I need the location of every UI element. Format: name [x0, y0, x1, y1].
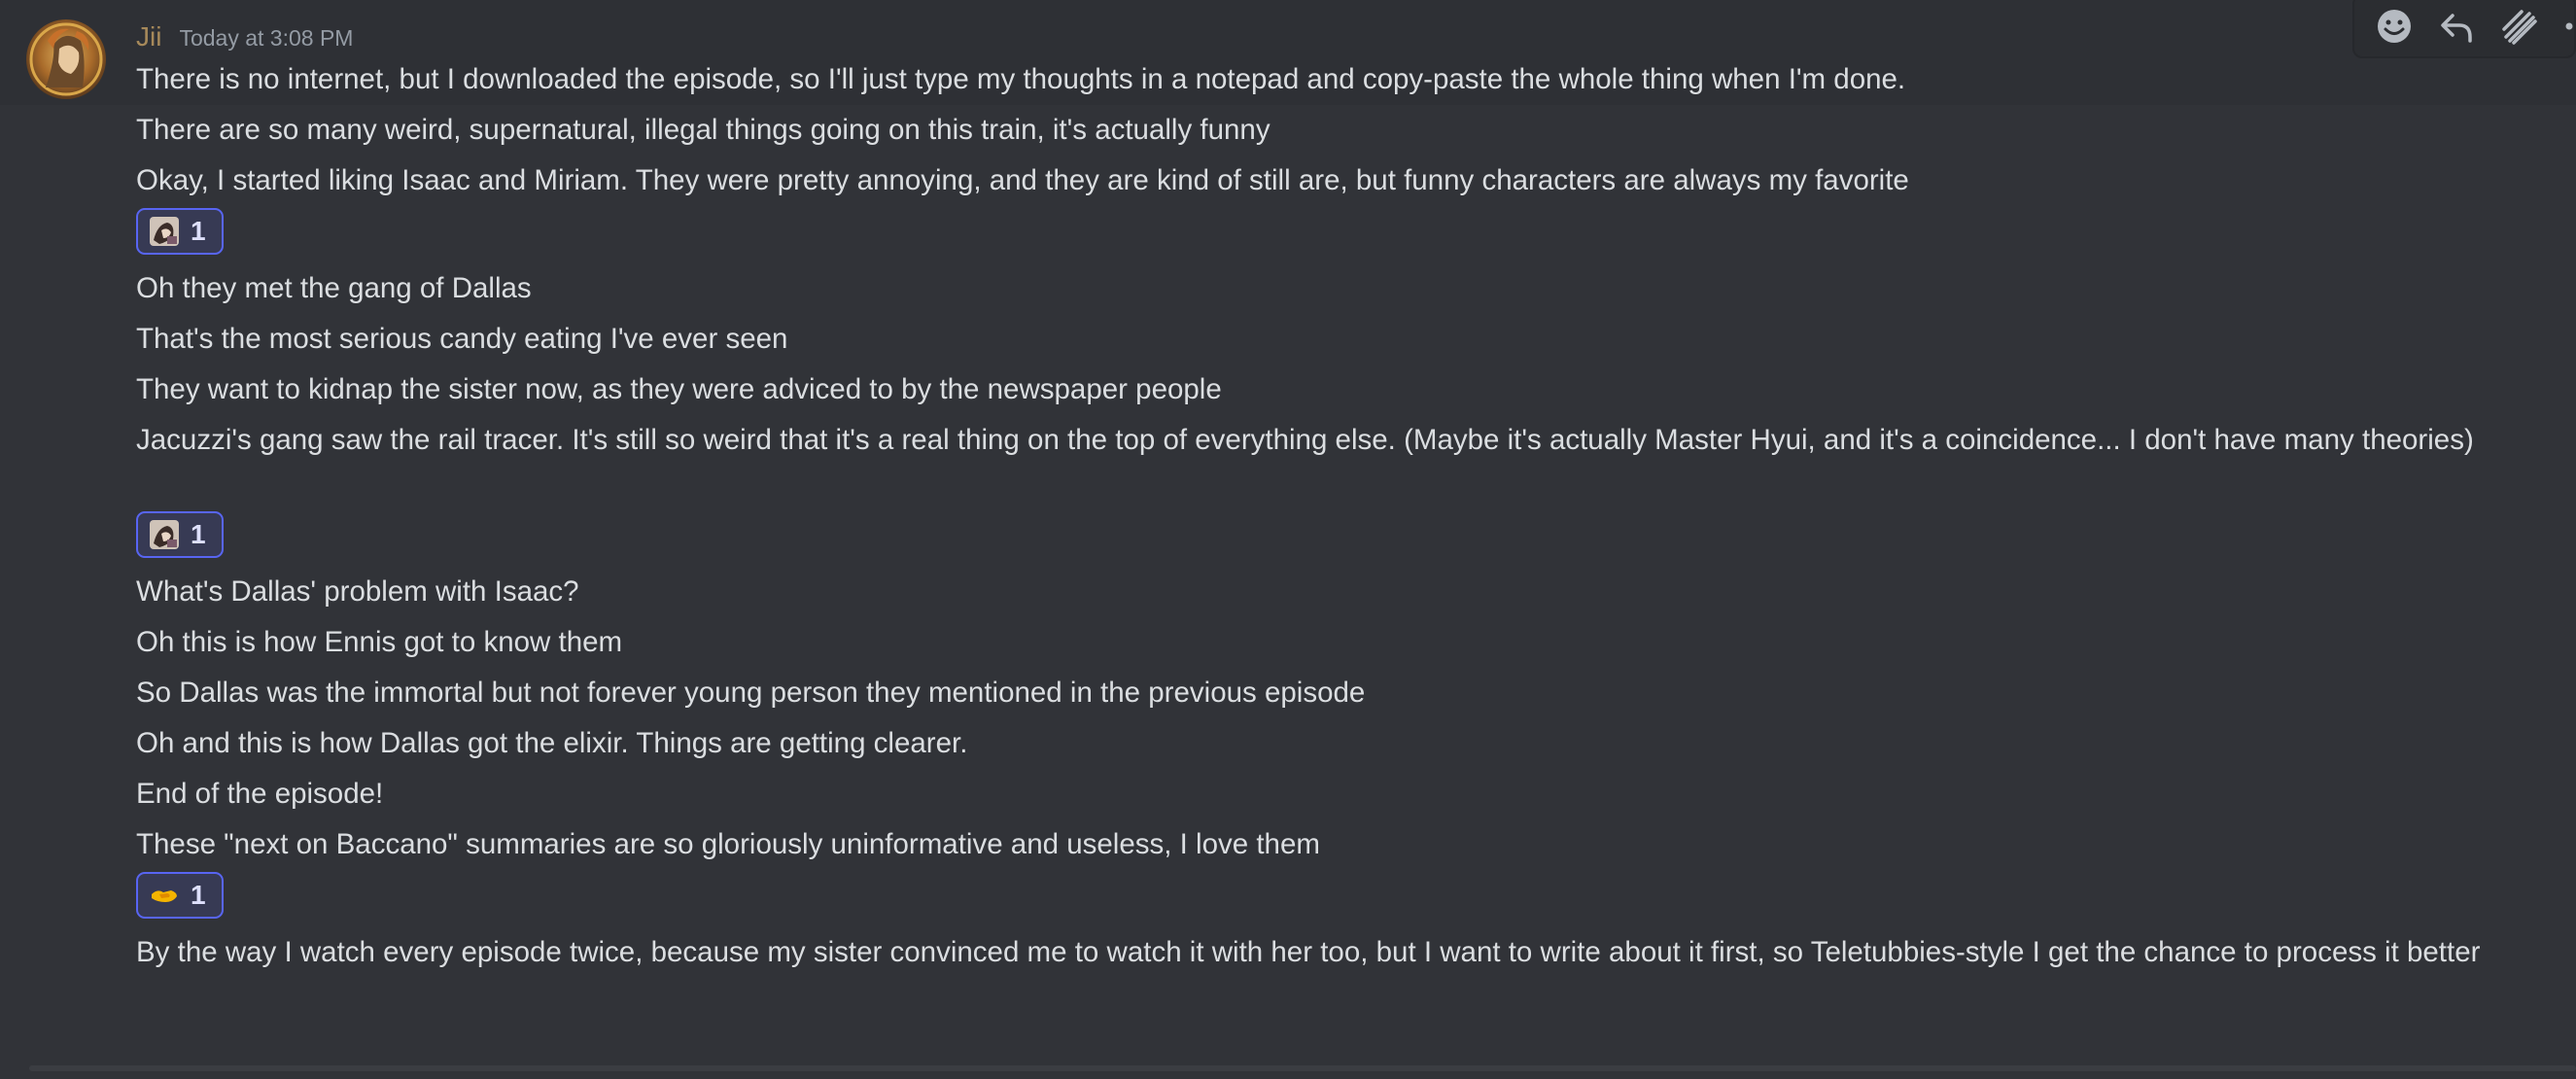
reply-icon[interactable] — [2438, 7, 2475, 46]
message-line: What's Dallas' problem with Isaac? — [136, 575, 579, 608]
message-line: Oh and this is how Dallas got the elixir… — [136, 727, 968, 759]
message-header: Jii Today at 3:08 PM — [136, 21, 353, 60]
reaction-button[interactable]: 1 — [136, 872, 224, 919]
custom-emoji-icon — [150, 217, 179, 246]
message-line: There are so many weird, supernatural, i… — [136, 114, 1271, 146]
custom-emoji-icon — [150, 520, 179, 549]
reaction-button[interactable]: 1 — [136, 208, 224, 255]
divider — [29, 1065, 2576, 1071]
message-line: That's the most serious candy eating I'v… — [136, 323, 788, 355]
message-line: Oh this is how Ennis got to know them — [136, 626, 623, 658]
reaction-count: 1 — [191, 519, 206, 549]
message-actions-toolbar — [2352, 0, 2576, 58]
handshake-icon — [150, 881, 179, 910]
message-group: Jii Today at 3:08 PM There is no interne… — [0, 0, 2576, 1060]
create-thread-icon[interactable] — [2500, 7, 2537, 46]
message-line: End of the episode! — [136, 778, 384, 810]
message-line: Oh they met the gang of Dallas — [136, 272, 532, 304]
more-options-icon[interactable] — [2562, 7, 2576, 46]
timestamp[interactable]: Today at 3:08 PM — [179, 25, 353, 52]
username[interactable]: Jii — [136, 21, 161, 52]
reaction-button[interactable]: 1 — [136, 511, 224, 558]
message-line: So Dallas was the immortal but not forev… — [136, 677, 1366, 709]
top-strip — [0, 0, 2576, 16]
message-line: They want to kidnap the sister now, as t… — [136, 373, 1222, 405]
message-line: There is no internet, but I downloaded t… — [136, 63, 1906, 95]
avatar[interactable] — [26, 19, 106, 99]
reaction-count: 1 — [191, 216, 206, 246]
message-line: Jacuzzi's gang saw the rail tracer. It's… — [136, 424, 2474, 456]
add-reaction-icon[interactable] — [2376, 7, 2413, 46]
reaction-count: 1 — [191, 880, 206, 910]
message-line: Okay, I started liking Isaac and Miriam.… — [136, 164, 1909, 196]
message-line: These "next on Baccano" summaries are so… — [136, 828, 1320, 860]
message-line: By the way I watch every episode twice, … — [136, 936, 2481, 968]
